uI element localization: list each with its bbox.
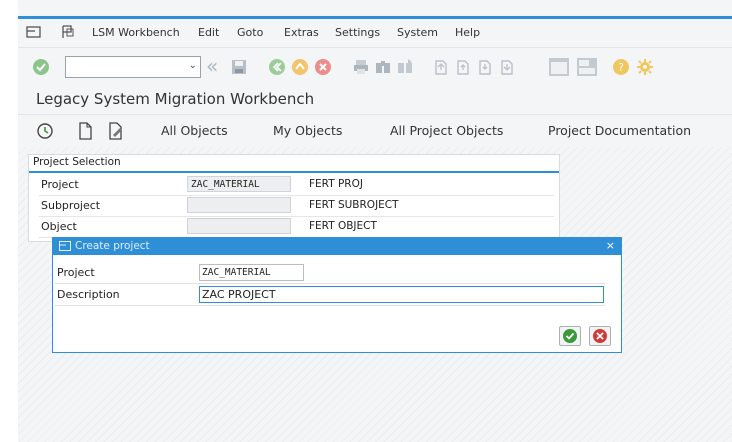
menu-goto[interactable]: Goto [237, 26, 263, 39]
subproject-label: Subproject [41, 199, 101, 212]
dialog-description-row: Description ZAC PROJECT [55, 284, 605, 306]
double-chevron-left-icon[interactable]: « [206, 54, 224, 78]
subproject-description: FERT SUBROJECT [309, 199, 399, 211]
find-next-icon[interactable] [396, 58, 414, 76]
menu-edit[interactable]: Edit [198, 26, 219, 39]
project-label: Project [41, 178, 79, 191]
execute-clock-icon[interactable] [36, 122, 54, 140]
close-icon[interactable]: × [606, 239, 615, 252]
my-objects-button[interactable]: My Objects [273, 123, 342, 138]
object-description: FERT OBJECT [309, 220, 377, 232]
shortcut-icon[interactable] [576, 57, 598, 77]
menu-bar: LSM Workbench Edit Goto Extras Settings … [18, 19, 732, 48]
print-icon[interactable] [352, 58, 370, 76]
last-page-icon[interactable] [498, 58, 516, 76]
dialog-project-row: Project ZAC_MATERIAL [55, 262, 605, 284]
menu-system[interactable]: System [397, 26, 438, 39]
dialog-title: Create project [75, 240, 150, 252]
subproject-field[interactable] [187, 197, 291, 213]
create-project-dialog: Create project × Project ZAC_MATERIAL De… [52, 237, 622, 353]
page-title: Legacy System Migration Workbench [36, 90, 315, 108]
next-page-icon[interactable] [476, 58, 494, 76]
confirm-button[interactable] [559, 326, 581, 346]
project-selection-group: Project Selection Project ZAC_MATERIAL F… [28, 154, 560, 242]
dialog-title-bar[interactable]: Create project × [53, 238, 621, 255]
subproject-row: Subproject FERT SUBROJECT [39, 196, 554, 217]
chevron-down-icon[interactable]: ⌄ [189, 60, 197, 71]
back-icon[interactable] [268, 58, 286, 76]
standard-toolbar: ⌄ « ? [18, 48, 732, 86]
find-icon[interactable] [374, 58, 392, 76]
command-field[interactable]: ⌄ [65, 56, 201, 78]
system-menu-icon[interactable] [26, 25, 42, 39]
exit-icon[interactable] [291, 58, 309, 76]
application-toolbar: All Objects My Objects All Project Objec… [18, 114, 732, 147]
object-label: Object [41, 220, 77, 233]
project-description: FERT PROJ [309, 178, 363, 190]
help-icon[interactable]: ? [612, 58, 630, 76]
menu-extras[interactable]: Extras [284, 26, 319, 39]
dialog-project-input[interactable]: ZAC_MATERIAL [199, 264, 304, 281]
dialog-description-input[interactable]: ZAC PROJECT [199, 286, 604, 303]
create-session-icon[interactable] [548, 57, 570, 77]
customize-layout-icon[interactable] [60, 25, 76, 39]
all-project-objects-button[interactable]: All Project Objects [390, 123, 503, 138]
menu-settings[interactable]: Settings [335, 26, 380, 39]
dialog-window-icon [59, 241, 71, 251]
first-page-icon[interactable] [432, 58, 450, 76]
dialog-project-label: Project [57, 266, 95, 279]
group-title: Project Selection [33, 156, 121, 168]
project-row: Project ZAC_MATERIAL FERT PROJ [39, 175, 554, 196]
enter-check-icon[interactable] [32, 58, 50, 76]
project-field[interactable]: ZAC_MATERIAL [187, 176, 291, 192]
all-objects-button[interactable]: All Objects [161, 123, 228, 138]
cancel-icon[interactable] [314, 58, 332, 76]
svg-text:?: ? [618, 61, 624, 74]
menu-lsm-workbench[interactable]: LSM Workbench [92, 26, 180, 39]
dialog-description-label: Description [57, 288, 120, 301]
group-header: Project Selection [29, 155, 559, 173]
cancel-button[interactable] [589, 326, 611, 346]
checkmark-icon [563, 329, 577, 343]
object-row: Object FERT OBJECT [39, 217, 554, 238]
previous-page-icon[interactable] [454, 58, 472, 76]
menu-help[interactable]: Help [455, 26, 480, 39]
edit-document-icon[interactable] [107, 122, 125, 140]
object-field[interactable] [187, 218, 291, 234]
cancel-x-icon [593, 329, 607, 343]
project-documentation-button[interactable]: Project Documentation [548, 123, 691, 138]
create-document-icon[interactable] [76, 122, 94, 140]
gear-icon[interactable] [636, 58, 654, 76]
save-icon[interactable] [230, 58, 248, 76]
